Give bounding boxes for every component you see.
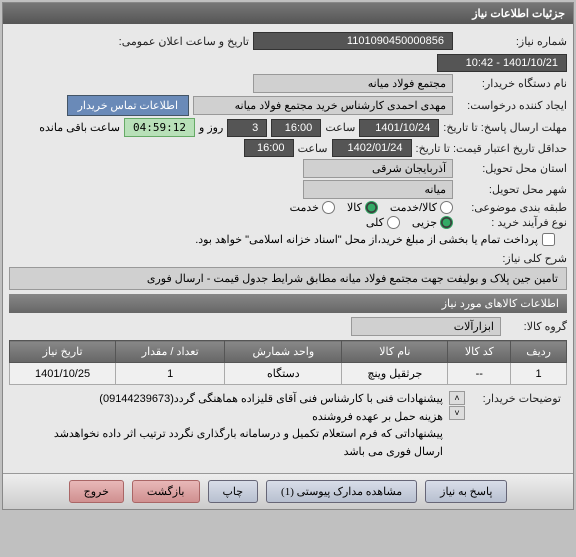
bt-radio-1[interactable] <box>440 216 453 229</box>
cat-option-service[interactable]: خدمت <box>290 201 335 214</box>
buy-type-option-1[interactable]: جزیی <box>412 216 453 229</box>
validity-label: حداقل تاریخ اعتبار قیمت: تا تاریخ: <box>416 142 567 155</box>
need-no-label: شماره نیاز: <box>457 35 567 48</box>
col-name: نام کالا <box>342 341 448 363</box>
need-no-value: 1101090450000856 <box>253 32 453 50</box>
panel-title: جزئیات اطلاعات نیاز <box>3 3 573 24</box>
goods-table: ردیف کد کالا نام کالا واحد شمارش تعداد /… <box>9 340 567 385</box>
exit-button[interactable]: خروج <box>69 480 124 503</box>
time-label-2: ساعت <box>298 142 328 155</box>
creator-value: مهدی احمدی کارشناس خرید مجتمع فولاد میان… <box>193 96 453 115</box>
col-code: کد کالا <box>448 341 511 363</box>
city-label: شهر محل تحویل: <box>457 183 567 196</box>
col-unit: واحد شمارش <box>225 341 342 363</box>
announce-date-value: 1401/10/21 - 10:42 <box>437 54 567 72</box>
deadline-time: 16:00 <box>271 119 321 137</box>
goods-section-title: اطلاعات کالاهای مورد نیاز <box>9 294 567 313</box>
contact-info-button[interactable]: اطلاعات تماس خریدار <box>67 95 189 116</box>
cell-name: جرثقیل وینچ <box>342 363 448 385</box>
cell-row: 1 <box>511 363 567 385</box>
payment-note-check[interactable]: پرداخت تمام یا بخشی از مبلغ خرید،از محل … <box>195 233 555 246</box>
notes-up-button[interactable]: ˄ <box>449 391 465 405</box>
deadline-date: 1401/10/24 <box>359 119 439 137</box>
goods-group-value: ابزارآلات <box>351 317 501 336</box>
category-radios: کالا/خدمت کالا خدمت <box>290 201 453 214</box>
col-qty: تعداد / مقدار <box>116 341 225 363</box>
buyer-notes-text: پیشنهادات فنی با کارشناس فنی آقای قلیزاد… <box>15 391 443 461</box>
announce-date-label: تاریخ و ساعت اعلان عمومی: <box>99 35 249 48</box>
deadline-label: مهلت ارسال پاسخ: تا تاریخ: <box>443 121 567 134</box>
cell-date: 1401/10/25 <box>10 363 116 385</box>
day-label: روز و <box>199 121 223 134</box>
payment-checkbox[interactable] <box>542 233 555 246</box>
footer-toolbar: پاسخ به نیاز مشاهده مدارک پیوستی (1) چاپ… <box>3 473 573 509</box>
print-button[interactable]: چاپ <box>208 480 259 503</box>
buy-type-radios: جزیی کلی <box>366 216 453 229</box>
reply-button[interactable]: پاسخ به نیاز <box>425 480 507 503</box>
payment-note-text: پرداخت تمام یا بخشی از مبلغ خرید،از محل … <box>195 233 538 246</box>
cell-unit: دستگاه <box>225 363 342 385</box>
city-value: میانه <box>303 180 453 199</box>
time-remaining: 04:59:12 <box>124 118 195 137</box>
buyer-label: نام دستگاه خریدار: <box>457 77 567 90</box>
table-row[interactable]: 1 -- جرثقیل وینچ دستگاه 1 1401/10/25 <box>10 363 567 385</box>
col-date: تاریخ نیاز <box>10 341 116 363</box>
days-remaining: 3 <box>227 119 267 137</box>
province-value: آذربایجان شرقی <box>303 159 453 178</box>
cat-radio-2[interactable] <box>365 201 378 214</box>
cat-option-goods[interactable]: کالا <box>347 201 378 214</box>
time-label-1: ساعت <box>325 121 355 134</box>
buy-type-option-2[interactable]: کلی <box>366 216 400 229</box>
notes-down-button[interactable]: ˅ <box>449 406 465 420</box>
validity-date: 1402/01/24 <box>332 139 412 157</box>
back-button[interactable]: بازگشت <box>132 480 200 503</box>
cat-radio-3[interactable] <box>322 201 335 214</box>
cat-radio-1[interactable] <box>440 201 453 214</box>
creator-label: ایجاد کننده درخواست: <box>457 99 567 112</box>
category-label: طبقه بندی موضوعی: <box>457 201 567 214</box>
goods-group-label: گروه کالا: <box>507 320 567 333</box>
validity-time: 16:00 <box>244 139 294 157</box>
col-row: ردیف <box>511 341 567 363</box>
desc-label: شرح کلی نیاز: <box>457 252 567 265</box>
need-description: تامین جین پلاک و بولیفت جهت مجتمع فولاد … <box>9 267 567 290</box>
cell-code: -- <box>448 363 511 385</box>
buyer-notes-label: توضیحات خریدار: <box>471 391 561 409</box>
cat-option-goods-service[interactable]: کالا/خدمت <box>390 201 453 214</box>
buy-type-label: نوع فرآیند خرید : <box>457 216 567 229</box>
attachments-button[interactable]: مشاهده مدارک پیوستی (1) <box>266 480 417 503</box>
buyer-value: مجتمع فولاد میانه <box>253 74 453 93</box>
remain-label: ساعت باقی مانده <box>39 121 120 134</box>
province-label: استان محل تحویل: <box>457 162 567 175</box>
bt-radio-2[interactable] <box>387 216 400 229</box>
cell-qty: 1 <box>116 363 225 385</box>
